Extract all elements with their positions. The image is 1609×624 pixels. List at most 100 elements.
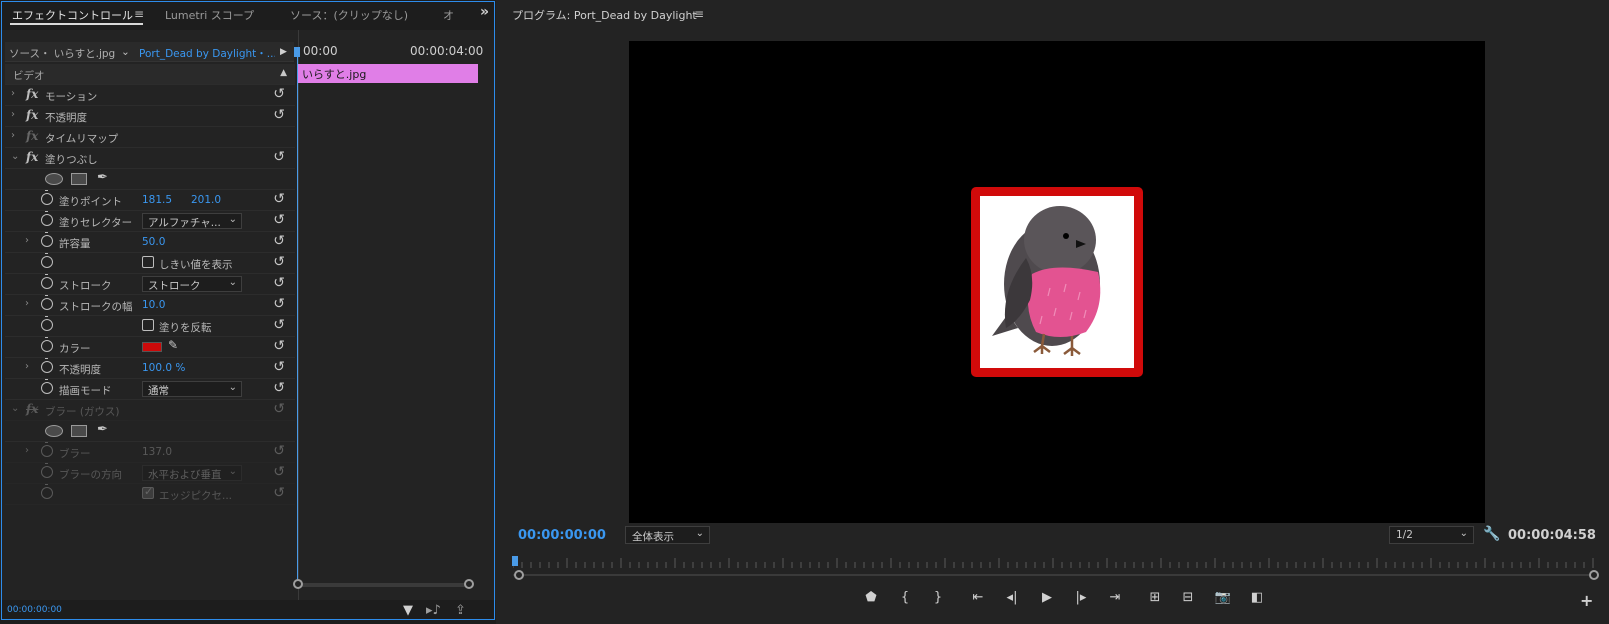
chevron-right-icon[interactable]: › [11, 109, 15, 120]
scroll-knob-left[interactable] [293, 579, 303, 589]
stopwatch-icon[interactable] [41, 358, 53, 373]
effect-row-motion[interactable]: › fx モーション ↺ [5, 85, 295, 106]
tolerance-value[interactable]: 50.0 [142, 236, 165, 248]
chevron-right-icon[interactable]: › [25, 361, 29, 372]
effect-row-paint-bucket[interactable]: ⌄ fx 塗りつぶし ↺ [5, 148, 295, 169]
edge-pixel-checkbox[interactable] [142, 485, 154, 499]
reset-icon[interactable]: ↺ [273, 107, 285, 123]
stopwatch-icon[interactable] [41, 295, 53, 310]
navigator-knob-right[interactable] [1589, 570, 1599, 580]
lift-icon[interactable]: ⊞ [1144, 590, 1166, 605]
panel-menu-icon[interactable]: ≡ [134, 7, 144, 21]
tab-lumetri-scopes[interactable]: Lumetri スコープ [165, 7, 254, 23]
chevron-right-icon[interactable]: › [25, 445, 29, 456]
tab-overflow[interactable]: オ [443, 7, 454, 23]
program-menu-icon[interactable]: ≡ [694, 7, 704, 21]
go-to-out-icon[interactable]: ⇥ [1104, 590, 1126, 605]
time-ruler[interactable] [513, 558, 1594, 570]
pen-mask-icon[interactable]: ✒ [97, 170, 108, 185]
section-video[interactable]: ビデオ ▲ [5, 64, 295, 85]
fx-icon[interactable]: fx [26, 108, 38, 122]
stopwatch-icon[interactable] [41, 274, 53, 289]
tab-effect-controls[interactable]: エフェクトコントロール [12, 7, 133, 23]
reset-icon[interactable]: ↺ [273, 296, 285, 312]
stopwatch-icon[interactable] [41, 484, 53, 499]
play-arrow-icon[interactable]: ▶ [280, 47, 287, 57]
collapse-up-icon[interactable]: ▲ [280, 68, 287, 78]
mark-in-icon[interactable]: { [894, 590, 916, 605]
zoom-level-dropdown[interactable]: 全体表示 ⌄ [625, 526, 710, 544]
pen-mask-icon[interactable]: ✒ [97, 422, 108, 437]
mini-timeline[interactable] [298, 30, 480, 600]
effect-row-time-remap[interactable]: › fx タイムリマップ [5, 127, 295, 148]
filter-icon[interactable]: ▼ [403, 603, 413, 618]
rectangle-mask-icon[interactable] [71, 425, 87, 437]
fill-selector-dropdown[interactable]: アルファチャ... ⌄ [142, 213, 242, 229]
panel-overflow-chevron-icon[interactable]: » [480, 4, 489, 20]
step-forward-icon[interactable]: |▸ [1070, 590, 1092, 605]
effect-row-opacity[interactable]: › fx 不透明度 ↺ [5, 106, 295, 127]
audio-play-icon[interactable]: ▸♪ [426, 603, 441, 618]
tab-source[interactable]: ソース：(クリップなし) [290, 7, 408, 23]
stopwatch-icon[interactable] [41, 463, 53, 478]
fill-point-y-value[interactable]: 201.0 [191, 194, 221, 206]
timeline-zoom-scrollbar[interactable] [298, 583, 468, 587]
chevron-right-icon[interactable]: › [11, 130, 15, 141]
stopwatch-icon[interactable] [41, 232, 53, 247]
reset-icon[interactable]: ↺ [273, 149, 285, 165]
export-frame-camera-icon[interactable]: 📷 [1212, 590, 1234, 605]
chevron-right-icon[interactable]: › [11, 88, 15, 99]
reset-icon[interactable]: ↺ [273, 359, 285, 375]
reset-icon[interactable]: ↺ [273, 485, 285, 501]
reset-icon[interactable]: ↺ [273, 443, 285, 459]
opacity-value[interactable]: 100.0 % [142, 362, 185, 374]
reset-icon[interactable]: ↺ [273, 233, 285, 249]
eyedropper-icon[interactable]: ✎ [168, 338, 178, 352]
footer-timecode[interactable]: 00:00:00:00 [7, 605, 62, 615]
navigator-bar[interactable] [513, 574, 1594, 576]
color-swatch[interactable] [142, 342, 162, 352]
reset-icon[interactable]: ↺ [273, 401, 285, 417]
sequence-clip-label[interactable]: Port_Dead by Daylight・... [139, 46, 275, 61]
timeline-playhead[interactable] [294, 47, 300, 57]
program-playhead[interactable] [512, 556, 518, 566]
blur-direction-dropdown[interactable]: 水平および垂直 ⌄ [142, 465, 242, 481]
reset-icon[interactable]: ↺ [273, 86, 285, 102]
fx-icon[interactable]: fx [26, 150, 38, 164]
chevron-down-icon[interactable]: ⌄ [11, 151, 19, 162]
reset-icon[interactable]: ↺ [273, 380, 285, 396]
export-icon[interactable]: ⇪ [455, 603, 466, 618]
effect-row-gaussian-blur[interactable]: ⌄ fx ブラー (ガウス) ↺ [5, 400, 295, 421]
navigator-knob-left[interactable] [514, 570, 524, 580]
add-marker-icon[interactable]: ⬟ [860, 590, 882, 605]
program-monitor-title[interactable]: プログラム: Port_Dead by Daylight [512, 7, 697, 23]
stopwatch-icon[interactable] [41, 253, 53, 268]
extract-icon[interactable]: ⊟ [1177, 590, 1199, 605]
stroke-width-value[interactable]: 10.0 [142, 299, 165, 311]
ellipse-mask-icon[interactable] [45, 173, 63, 185]
stopwatch-icon[interactable] [41, 442, 53, 457]
stopwatch-icon[interactable] [41, 316, 53, 331]
button-editor-plus-icon[interactable]: + [1580, 591, 1593, 610]
source-clip-label[interactable]: ソース・ いらすと.jpg [9, 46, 117, 61]
reset-icon[interactable]: ↺ [273, 317, 285, 333]
playback-resolution-dropdown[interactable]: 1/2 ⌄ [1389, 526, 1474, 544]
mark-out-icon[interactable]: } [927, 590, 949, 605]
stopwatch-icon[interactable] [41, 337, 53, 352]
stopwatch-icon[interactable] [41, 190, 53, 205]
reset-icon[interactable]: ↺ [273, 212, 285, 228]
go-to-in-icon[interactable]: ⇤ [967, 590, 989, 605]
blurriness-value[interactable]: 137.0 [142, 446, 172, 458]
comparison-view-icon[interactable]: ◧ [1246, 590, 1268, 605]
program-current-timecode[interactable]: 00:00:00:00 [518, 528, 606, 543]
scroll-knob-right[interactable] [464, 579, 474, 589]
ellipse-mask-icon[interactable] [45, 425, 63, 437]
blend-mode-dropdown[interactable]: 通常 ⌄ [142, 381, 242, 397]
settings-wrench-icon[interactable]: 🔧 [1483, 526, 1500, 542]
stopwatch-icon[interactable] [41, 379, 53, 394]
reset-icon[interactable]: ↺ [273, 464, 285, 480]
invert-fill-checkbox[interactable] [142, 319, 154, 331]
reset-icon[interactable]: ↺ [273, 254, 285, 270]
rectangle-mask-icon[interactable] [71, 173, 87, 185]
chevron-down-icon[interactable]: ⌄ [11, 403, 19, 414]
